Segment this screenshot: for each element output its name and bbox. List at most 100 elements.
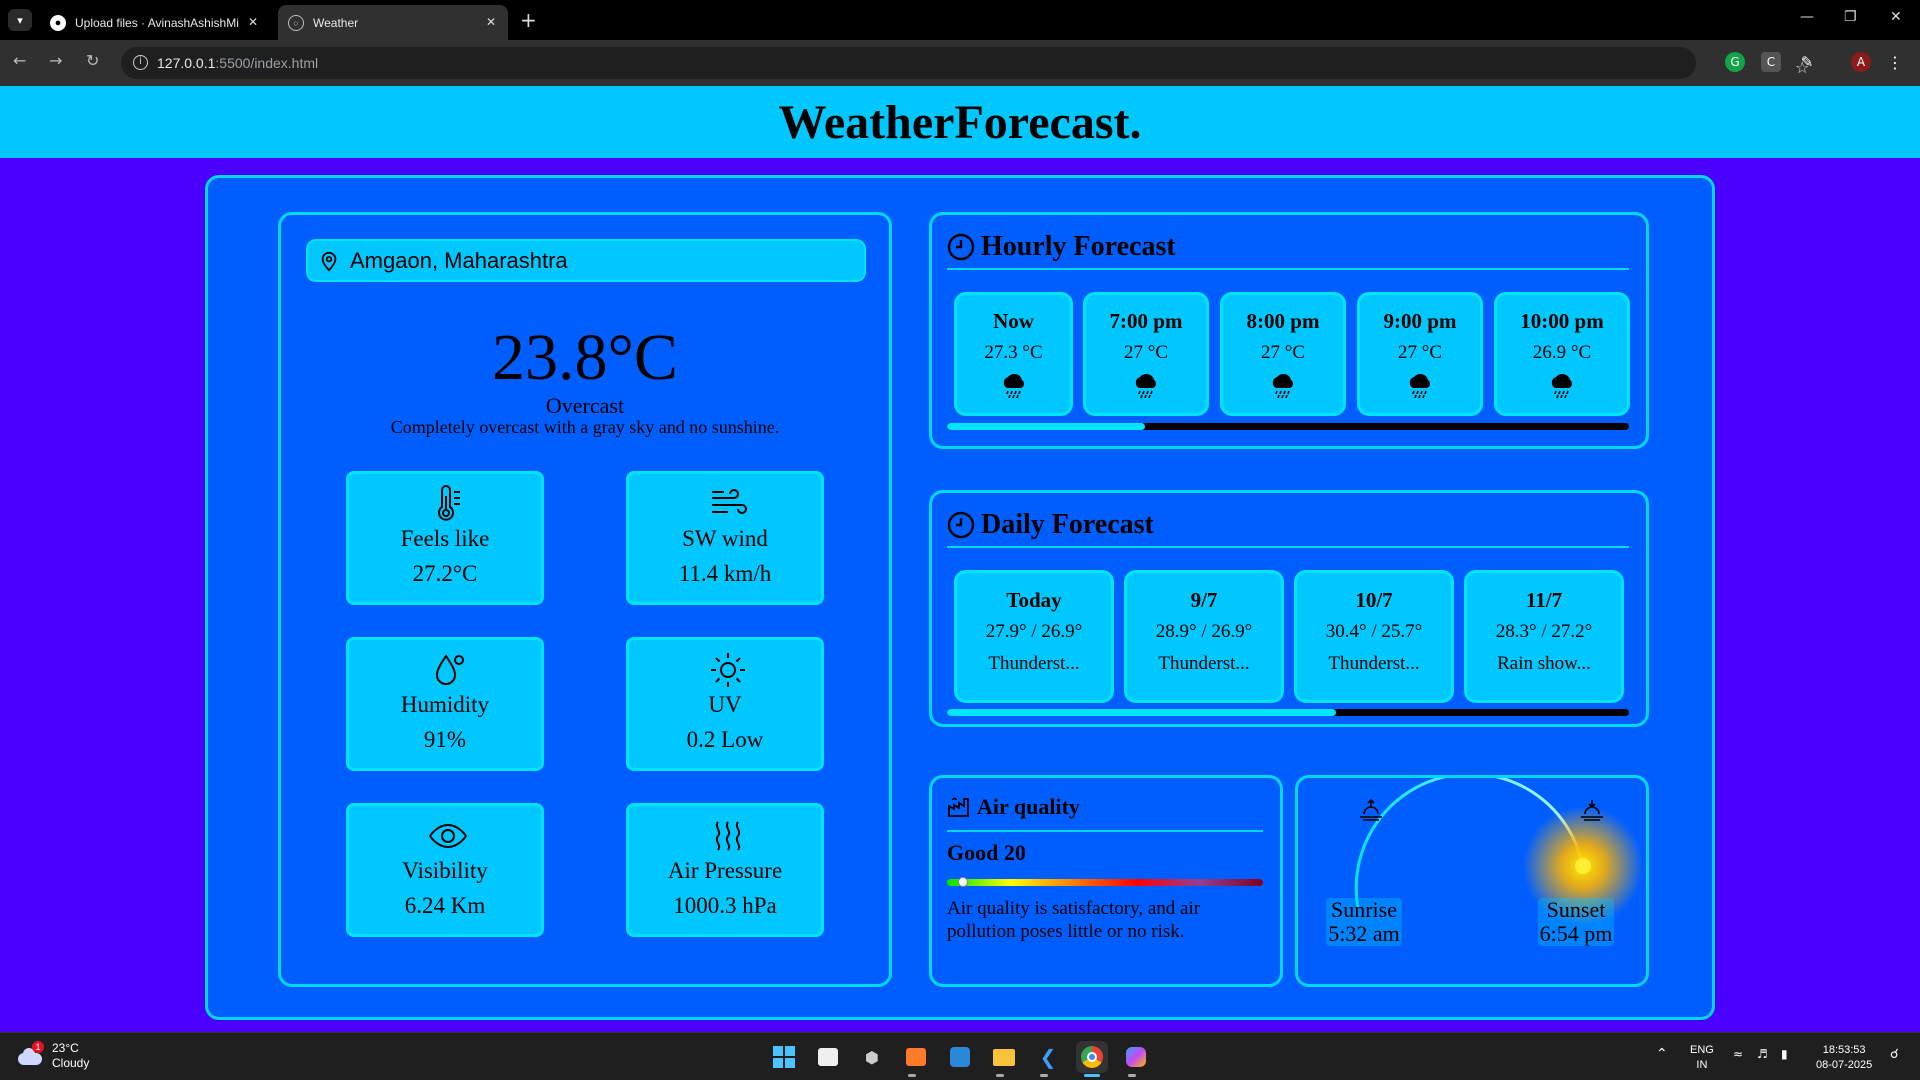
daily-summary: Rain show... [1497,653,1591,674]
extensions-puzzle-icon[interactable]: ✎ [1797,52,1817,72]
stat-value: 6.24 Km [404,893,486,918]
daily-forecast-panel: Daily Forecast Today 27.9° / 26.9° Thund… [929,490,1649,727]
factory-icon [948,797,969,817]
heat-waves-icon [715,821,741,851]
vscode-icon[interactable]: ❮ [1032,1041,1064,1073]
sun-icon [1575,858,1591,874]
clock-tray[interactable]: 18:53:53 08-07-2025 [1816,1043,1872,1073]
hourly-card: 9:00 pm 27 °C [1357,292,1483,416]
stat-label: Visibility [402,858,488,883]
url-path: :5500/index.html [215,55,319,71]
location-search-input[interactable]: Amgaon, Maharashtra [306,239,866,282]
stat-value: 91% [423,727,467,752]
sunrise-block: Sunrise 5:32 am [1326,898,1402,946]
hourly-time: 7:00 pm [1109,309,1183,333]
address-bar[interactable]: i 127.0.0.1:5500/index.html ☆ [121,47,1809,79]
stat-card-feels-like: Feels like 27.2°C [346,471,544,605]
windows-start-icon[interactable] [768,1041,800,1073]
location-text: Amgaon, Maharashtra [350,247,568,273]
reload-icon[interactable]: ↻ [86,51,99,70]
photos-icon[interactable] [944,1041,976,1073]
daily-day: 10/7 [1355,588,1393,612]
hourly-time: Now [993,309,1034,333]
close-icon[interactable]: ✕ [486,15,496,29]
air-quality-title-text: Air quality [977,794,1080,819]
condition-description: Completely overcast with a gray sky and … [390,417,780,437]
stat-card-air-pressure: Air Pressure 1000.3 hPa [626,803,824,937]
browser-tab-weather[interactable]: ○ Weather ✕ [278,5,508,40]
daily-scroll-thumb[interactable] [947,709,1336,716]
daily-card: 10/7 30.4° / 25.7° Thunderst... [1294,570,1454,703]
window-close-icon[interactable]: ✕ [1890,9,1902,25]
stat-label: SW wind [682,526,768,551]
daily-summary: Thunderst... [1328,653,1420,674]
stat-card-uv: UV 0.2 Low [626,637,824,771]
volume-icon[interactable]: ♬ [1757,1047,1768,1062]
file-explorer-icon[interactable] [988,1041,1020,1073]
active-indicator [1084,1074,1100,1077]
app-hexagon-icon[interactable]: ⬢ [856,1041,888,1073]
daily-summary: Thunderst... [988,653,1080,674]
extension-c-label: C [1766,55,1776,69]
weather-badge: 1 [32,1041,44,1053]
minimize-icon[interactable]: — [1800,9,1814,25]
copilot-icon[interactable] [1120,1041,1152,1073]
tab-search-button[interactable]: ▾ [8,9,32,31]
stat-card-wind: SW wind 11.4 km/h [626,471,824,605]
taskbar-date: 08-07-2025 [1816,1059,1873,1071]
language-indicator[interactable]: ENG IN [1690,1043,1714,1073]
chrome-icon[interactable] [1076,1041,1108,1073]
daily-temps: 28.3° / 27.2° [1495,621,1593,642]
hourly-card: 7:00 pm 27 °C [1083,292,1209,416]
taskbar-time: 18:53:53 [1822,1044,1866,1056]
air-quality-scale [947,879,1263,886]
daily-forecast-title: Daily Forecast [947,509,1154,541]
stat-value: 27.2°C [412,561,478,586]
daily-card: Today 27.9° / 26.9° Thunderst... [954,570,1114,703]
store-icon[interactable] [812,1041,844,1073]
daily-scrollbar[interactable] [947,709,1629,716]
stat-label: UV [708,692,742,717]
clock-icon [947,511,975,539]
hourly-card: Now 27.3 °C [954,292,1073,416]
cloud-icon: 1 [16,1041,44,1067]
forward-arrow-icon[interactable]: → [49,51,62,70]
menu-kebab-icon[interactable]: ⋮ [1885,52,1905,72]
running-indicator [908,1074,916,1077]
restore-icon[interactable]: ❐ [1844,9,1857,25]
tab-title: Weather [313,15,359,30]
browser-tab-upload[interactable]: ● Upload files · AvinashAshishMi ✕ [40,5,270,40]
stat-label: Feels like [400,526,490,551]
site-info-icon[interactable]: i [133,55,148,70]
new-tab-button[interactable]: + [520,8,537,32]
running-indicator [1040,1074,1048,1077]
hourly-temp: 27 °C [1123,342,1169,363]
profile-avatar[interactable]: A [1851,52,1871,72]
hourly-time: 10:00 pm [1520,309,1604,333]
taskbar-weather-widget[interactable]: 1 23°C Cloudy [16,1041,89,1071]
grammarly-icon[interactable]: G [1725,52,1745,72]
extension-c-icon[interactable]: C [1761,52,1781,72]
chevron-up-icon[interactable]: ⌃ [1656,1047,1668,1062]
page-title: WeatherForecast. [778,95,1142,149]
sunrise-time: 5:32 am [1328,921,1400,946]
sun-panel: Sunrise 5:32 am Sunset 6:54 pm [1295,775,1649,987]
hourly-scroll-thumb[interactable] [947,423,1145,430]
wifi-icon[interactable]: ≈ [1733,1047,1743,1062]
hourly-temp: 27 °C [1260,342,1306,363]
media-player-icon[interactable] [900,1041,932,1073]
daily-day: 11/7 [1525,588,1563,612]
hourly-temp: 27.3 °C [984,342,1043,363]
battery-icon[interactable]: ▮ [1781,1047,1788,1062]
hourly-temp: 27 °C [1397,342,1443,363]
globe-icon: ○ [288,14,304,31]
divider [947,268,1629,270]
close-icon[interactable]: ✕ [248,15,258,29]
back-arrow-icon[interactable]: ← [13,51,26,70]
hourly-scrollbar[interactable] [947,423,1629,430]
daily-day: 9/7 [1190,588,1218,612]
current-weather-panel: Amgaon, Maharashtra 23.8°C Overcast Comp… [278,212,892,987]
browser-tab-bar: ▾ ● Upload files · AvinashAshishMi ✕ ○ W… [0,0,1920,40]
notification-bell-icon[interactable]: ☌ [1890,1047,1899,1062]
stat-label: Humidity [400,692,490,717]
